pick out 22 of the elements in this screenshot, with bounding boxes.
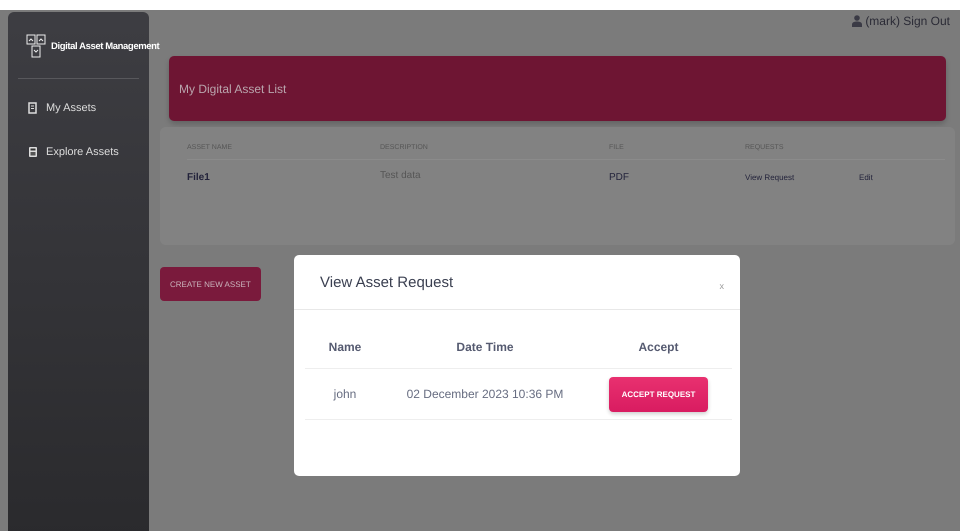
edit-link[interactable]: Edit (859, 172, 873, 182)
document-icon (28, 102, 38, 114)
close-button[interactable]: x (714, 280, 730, 292)
column-header: Accept (638, 340, 678, 354)
modal-title: View Asset Request (320, 274, 454, 290)
create-asset-button[interactable]: CREATE NEW ASSET (160, 267, 261, 301)
app-title: Digital Asset Management (51, 40, 160, 52)
table-cell: PDF (609, 172, 629, 182)
table-cell: File1 (187, 172, 210, 182)
sidebar-item[interactable]: Explore Assets (8, 141, 149, 163)
card-title: My Digital Asset List (179, 82, 286, 96)
sign-out-link[interactable]: (mark) Sign Out (852, 13, 955, 29)
logo-icon (26, 34, 46, 58)
column-header: Name (328, 340, 362, 354)
view-request-link[interactable]: View Request (745, 172, 794, 182)
table-cell: 02 December 2023 10:36 PM (406, 387, 564, 401)
user-icon (852, 15, 862, 27)
calculator-icon (28, 146, 38, 158)
table-cell: john (334, 387, 356, 401)
sidebar-item[interactable]: My Assets (8, 97, 149, 119)
column-header: Date Time (456, 340, 514, 354)
accept-request-button[interactable]: ACCEPT REQUEST (608, 376, 708, 412)
